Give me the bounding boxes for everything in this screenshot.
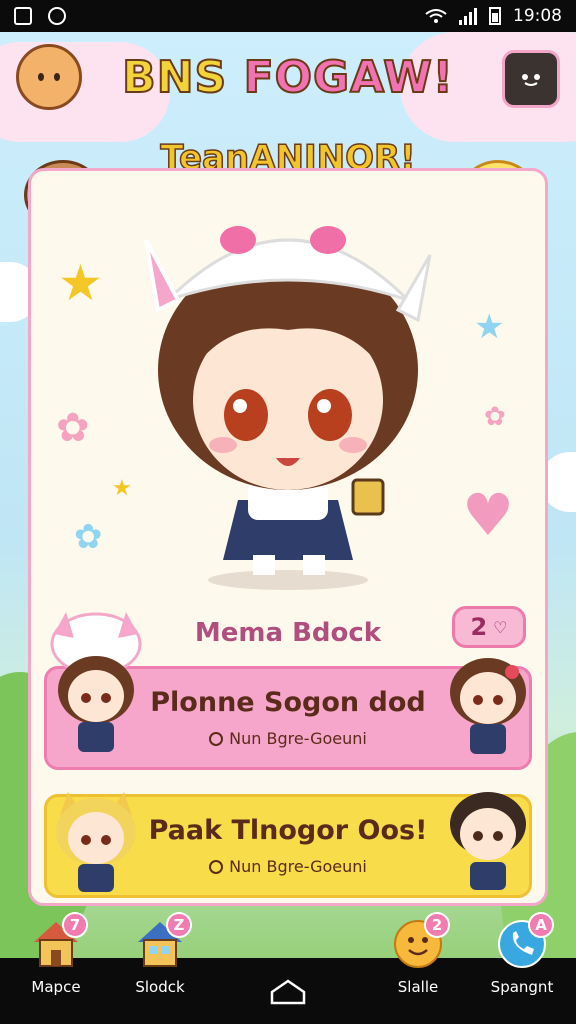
nav-item-map[interactable]: 7 Mapce	[6, 912, 106, 996]
face-icon	[522, 74, 540, 86]
nav-item-phone[interactable]: A Spangnt	[472, 912, 572, 996]
star-sparkle-icon: ★	[474, 307, 505, 347]
chibi-chef-girl-avatar	[50, 612, 142, 752]
nav-label: Slalle	[397, 978, 439, 996]
bottom-nav: 7 Mapce Z Slodck 2 Slalle A Spangnt	[0, 912, 576, 1024]
nav-label: Slodck	[135, 978, 185, 996]
nav-badge: Z	[166, 912, 192, 938]
banner-subtitle: Nun Bgre-Goeuni	[229, 857, 367, 876]
clock-icon	[209, 731, 224, 746]
nav-badge: 2	[424, 912, 450, 938]
heart-icon: ♥	[462, 481, 514, 549]
alert-notification-icon	[48, 7, 66, 25]
menu-button[interactable]	[502, 50, 560, 108]
shop-icon: Z	[134, 912, 192, 970]
house-icon: 7	[30, 912, 88, 970]
puppy-mascot-icon[interactable]	[16, 44, 82, 110]
nav-item-stock[interactable]: Z Slodck	[110, 912, 210, 996]
nav-label: Spangnt	[490, 978, 554, 996]
gallery-notification-icon	[14, 7, 32, 25]
star-sparkle-icon: ✿	[56, 405, 90, 451]
heart-small-icon: ♡	[493, 617, 508, 637]
clock: 19:08	[513, 6, 562, 26]
phone-icon: A	[496, 912, 554, 970]
nav-item-smile[interactable]: 2 Slalle	[368, 912, 468, 996]
nav-label: Mapce	[31, 978, 81, 996]
game-title: BNS FOGAW!	[121, 51, 454, 104]
chibi-blonde-girl-avatar	[56, 792, 136, 892]
star-sparkle-icon: ✿	[74, 517, 103, 557]
home-button-icon[interactable]	[268, 978, 308, 1006]
hero-character-illustration	[144, 226, 432, 590]
star-sparkle-icon: ★	[58, 254, 103, 312]
count-badge-button[interactable]: 2 ♡	[452, 606, 526, 648]
status-bar: 19:08	[0, 0, 576, 32]
star-sparkle-icon: ✿	[484, 402, 506, 432]
chibi-boy-avatar	[450, 792, 526, 890]
chibi-girl-avatar	[450, 658, 526, 754]
battery-icon	[489, 7, 501, 25]
star-sparkle-icon: ★	[112, 476, 132, 501]
nav-badge: 7	[62, 912, 88, 938]
count-badge-value: 2	[470, 613, 488, 641]
signal-icon	[459, 7, 477, 25]
banner-subtitle: Nun Bgre-Goeuni	[229, 729, 367, 748]
nav-badge: A	[528, 912, 554, 938]
smiley-icon: 2	[392, 912, 450, 970]
wifi-icon	[425, 9, 447, 23]
clock-icon	[209, 859, 224, 874]
